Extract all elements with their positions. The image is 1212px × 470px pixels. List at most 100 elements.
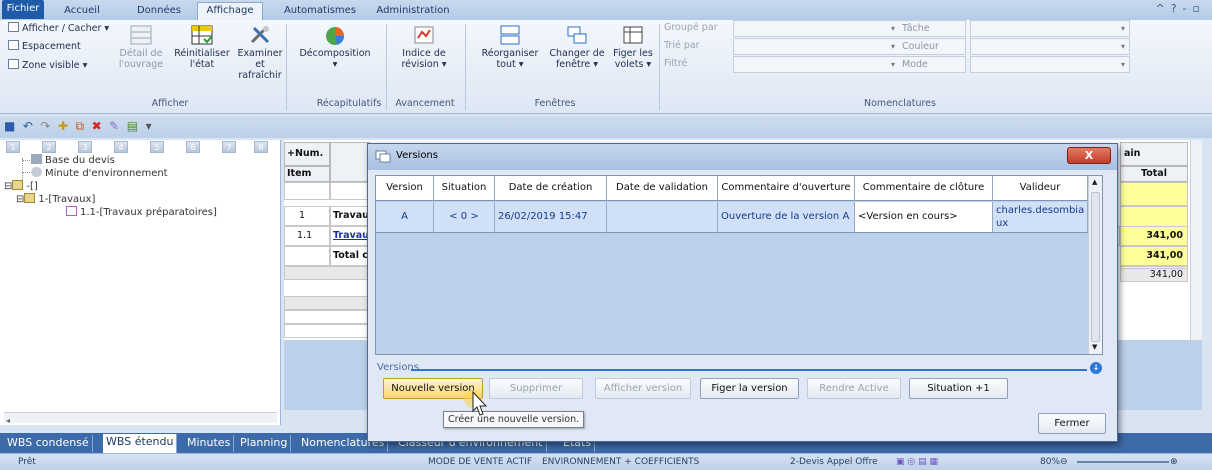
delete-button[interactable]: Supprimer	[489, 378, 583, 399]
column-header-close-comment[interactable]: Commentaire de clôture	[855, 176, 993, 201]
column-header-created[interactable]: Date de création	[495, 176, 607, 201]
validator-cell[interactable]: charles.desombiaux	[993, 202, 1088, 233]
tree-item-minute[interactable]: Minute d'environnement	[31, 167, 168, 180]
footer-total-cell[interactable]: 341,00	[1120, 268, 1188, 282]
scroll-up-icon[interactable]: ▲	[1092, 178, 1097, 186]
edit-icon[interactable]: ✎	[109, 119, 119, 133]
collapse-ribbon-icon[interactable]: ^	[1155, 2, 1170, 15]
indice-revision-button[interactable]: Indice de révision ▾	[392, 24, 456, 70]
total-cell[interactable]: 341,00	[1120, 246, 1188, 266]
tree-item-travaux-preparatoires[interactable]: 1.1-[Travaux préparatoires]	[66, 206, 217, 219]
status-icons[interactable]: ▣ ◎ ▤ ▦	[896, 454, 938, 470]
column-header-version[interactable]: Version	[376, 176, 434, 201]
copy-icon[interactable]: ⧉	[76, 119, 85, 134]
tab-automatismes[interactable]: Automatismes	[280, 3, 360, 20]
tab-donnees[interactable]: Données	[127, 3, 191, 20]
tab-minutes[interactable]: Minutes	[184, 435, 235, 452]
tab-accueil[interactable]: Accueil	[52, 3, 112, 20]
tab-affichage[interactable]: Affichage	[197, 2, 263, 21]
tab-planning[interactable]: Planning	[237, 435, 292, 452]
created-cell[interactable]: 26/02/2019 15:47	[495, 202, 607, 233]
redo-icon[interactable]: ↷	[40, 119, 50, 133]
scroll-left-icon[interactable]: ◂	[6, 416, 10, 425]
grid-cell[interactable]	[284, 324, 370, 338]
trie-par-select[interactable]: ▾ Couleur	[733, 38, 966, 55]
mode-select[interactable]: ▾	[970, 56, 1130, 73]
close-dialog-button[interactable]: Fermer	[1038, 413, 1106, 434]
level-button[interactable]: 8	[254, 141, 268, 153]
calc-icon[interactable]: ▤	[127, 119, 138, 133]
afficher-cacher-menu[interactable]: Afficher / Cacher ▾	[8, 22, 109, 36]
close-comment-cell[interactable]: <Version en cours>	[855, 202, 993, 233]
expand-icon[interactable]: ⊟	[16, 194, 24, 205]
column-header-validated[interactable]: Date de validation	[607, 176, 718, 201]
tab-administration[interactable]: Administration	[370, 3, 456, 20]
column-header-validator[interactable]: Valideur	[993, 176, 1088, 201]
tache-select[interactable]: ▾	[970, 20, 1130, 37]
situation-cell[interactable]: < 0 >	[434, 202, 495, 233]
versions-vscrollbar[interactable]: ▲ ▼	[1088, 176, 1102, 354]
groupe-par-select[interactable]: ▾ Tâche	[733, 20, 966, 37]
minimize-icon[interactable]: -	[1183, 2, 1193, 15]
situation-plus-button[interactable]: Situation +1	[909, 378, 1008, 399]
help-icon[interactable]: ?	[1171, 2, 1183, 15]
grid-cell[interactable]	[284, 296, 370, 310]
zoom-out-icon[interactable]: ⊖	[1060, 454, 1068, 470]
decomposition-button[interactable]: Décomposition ▾	[290, 24, 380, 70]
window-controls[interactable]: ^?-▫	[1155, 2, 1206, 15]
freeze-version-button[interactable]: Figer la version	[700, 378, 799, 399]
column-header-situation[interactable]: Situation	[434, 176, 495, 201]
num-column-header[interactable]: +Num.	[284, 142, 330, 166]
main-oeuvre-column-header[interactable]: ain d'oeuvre	[1120, 142, 1188, 181]
close-button[interactable]: X	[1067, 147, 1111, 164]
scroll-thumb[interactable]	[1091, 192, 1100, 342]
figer-volets-button[interactable]: Figer les volets ▾	[610, 24, 656, 70]
table-row-label[interactable]: Total c	[330, 246, 370, 266]
grid-cell[interactable]	[1120, 182, 1188, 206]
level-button[interactable]: 6	[186, 141, 200, 153]
filtre-select[interactable]: ▾ Mode	[733, 56, 966, 73]
tree-item-root[interactable]: ⊟ -[]	[4, 180, 38, 193]
save-icon[interactable]: ■	[4, 119, 15, 133]
tab-wbs-etendu[interactable]: WBS étendu	[103, 434, 178, 453]
couleur-select[interactable]: ▾	[970, 38, 1130, 55]
tab-fichier[interactable]: Fichier	[2, 0, 44, 19]
total-column-header[interactable]: Total	[1120, 166, 1188, 182]
level-button[interactable]: 2	[42, 141, 56, 153]
column-header-open-comment[interactable]: Commentaire d'ouverture	[718, 176, 855, 201]
grid-cell[interactable]	[330, 182, 370, 200]
grid-cell[interactable]	[284, 246, 330, 266]
reinitialiser-button[interactable]: Réinitialiser l'état	[171, 24, 233, 70]
detail-ouvrage-button[interactable]: Détail de l'ouvrage	[116, 24, 166, 70]
table-row-label[interactable]: Travau	[330, 206, 370, 226]
grid-cell[interactable]	[284, 310, 370, 324]
delete-icon[interactable]: ✖	[92, 119, 102, 133]
espacement-button[interactable]: Espacement	[8, 40, 81, 54]
insert-icon[interactable]: ✚	[58, 119, 68, 133]
grid-cell[interactable]	[284, 182, 330, 200]
level-button[interactable]: 4	[114, 141, 128, 153]
customize-icon[interactable]: ▾	[146, 119, 152, 133]
activate-button[interactable]: Rendre Active	[807, 378, 901, 399]
show-version-button[interactable]: Afficher version	[595, 378, 691, 399]
zoom-in-icon[interactable]: ⊕	[1170, 454, 1178, 470]
scroll-down-icon[interactable]: ▼	[1092, 343, 1097, 351]
changer-fenetre-button[interactable]: Changer de fenêtre ▾	[548, 24, 606, 70]
dialog-titlebar[interactable]: Versions X	[368, 144, 1117, 170]
table-row-num[interactable]: 1	[284, 206, 330, 226]
zoom-slider[interactable]	[1077, 461, 1169, 463]
item-column-header[interactable]: Item	[284, 166, 330, 182]
expand-icon[interactable]: ⊟	[4, 181, 12, 192]
table-row-label[interactable]: Travau	[330, 226, 370, 246]
table-row-num[interactable]: 1.1	[284, 226, 330, 246]
examiner-button[interactable]: Examiner et rafraîchir	[237, 24, 283, 81]
level-button[interactable]: 7	[222, 141, 236, 153]
label-column-header[interactable]	[330, 142, 370, 182]
version-cell[interactable]: A	[376, 202, 434, 233]
zone-visible-menu[interactable]: Zone visible ▾	[8, 59, 87, 73]
level-button[interactable]: 5	[150, 141, 164, 153]
grid-cell[interactable]	[284, 266, 370, 280]
level-button[interactable]: 1	[6, 141, 20, 153]
undo-icon[interactable]: ↶	[23, 119, 33, 133]
open-comment-cell[interactable]: Ouverture de la version A	[718, 202, 855, 233]
